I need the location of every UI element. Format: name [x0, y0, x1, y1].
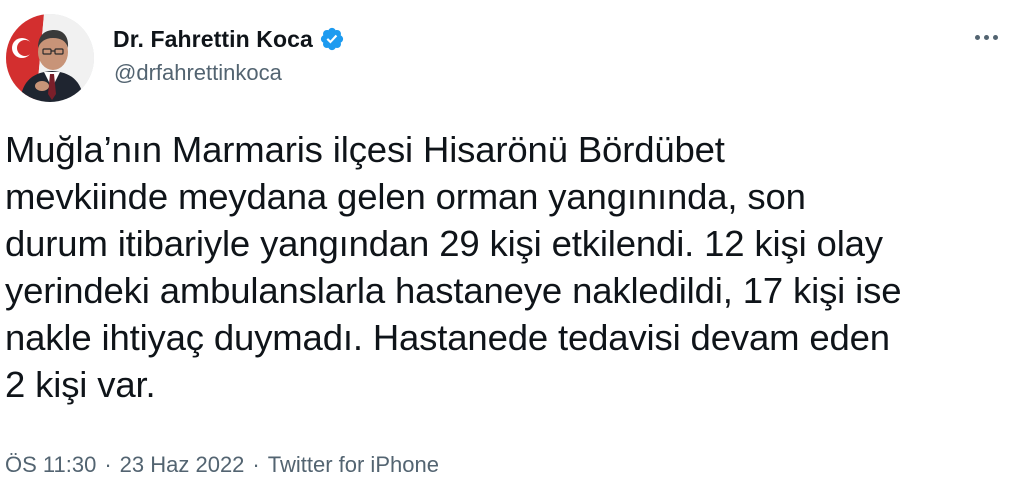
more-horizontal-icon-dot	[992, 34, 998, 40]
tweet-text-line: yerindeki ambulanslarla hastaneye nakled…	[5, 270, 902, 311]
more-horizontal-icon	[974, 34, 980, 40]
more-options-button[interactable]	[966, 24, 1006, 50]
meta-separator: ·	[252, 452, 260, 477]
display-name[interactable]: Dr. Fahrettin Koca	[113, 26, 313, 53]
verified-badge-icon	[319, 26, 345, 52]
tweet-card: Dr. Fahrettin Koca @drfahrettinkoca Muğl…	[0, 0, 1024, 502]
avatar-photo	[6, 14, 94, 102]
tweet-text: Muğla’nın Marmaris ilçesi Hisarönü Bördü…	[5, 126, 1010, 408]
meta-separator: ·	[104, 452, 112, 477]
tweet-date[interactable]: 23 Haz 2022	[120, 452, 245, 478]
tweet-meta: ÖS 11:30 · 23 Haz 2022 · Twitter for iPh…	[5, 452, 439, 478]
tweet-text-line: mevkiinde meydana gelen orman yangınında…	[5, 176, 806, 217]
tweet-source[interactable]: Twitter for iPhone	[268, 452, 439, 478]
more-horizontal-icon-dot	[983, 34, 989, 40]
tweet-text-line: Muğla’nın Marmaris ilçesi Hisarönü Bördü…	[5, 129, 725, 170]
tweet-text-line: nakle ihtiyaç duymadı. Hastanede tedavis…	[5, 317, 890, 358]
tweet-text-line: durum itibariyle yangından 29 kişi etkil…	[5, 223, 883, 264]
tweet-time[interactable]: ÖS 11:30	[5, 452, 96, 478]
avatar[interactable]	[6, 14, 94, 102]
user-name-row: Dr. Fahrettin Koca	[113, 22, 345, 56]
user-handle[interactable]: @drfahrettinkoca	[114, 60, 282, 86]
tweet-text-line: 2 kişi var.	[5, 364, 156, 405]
